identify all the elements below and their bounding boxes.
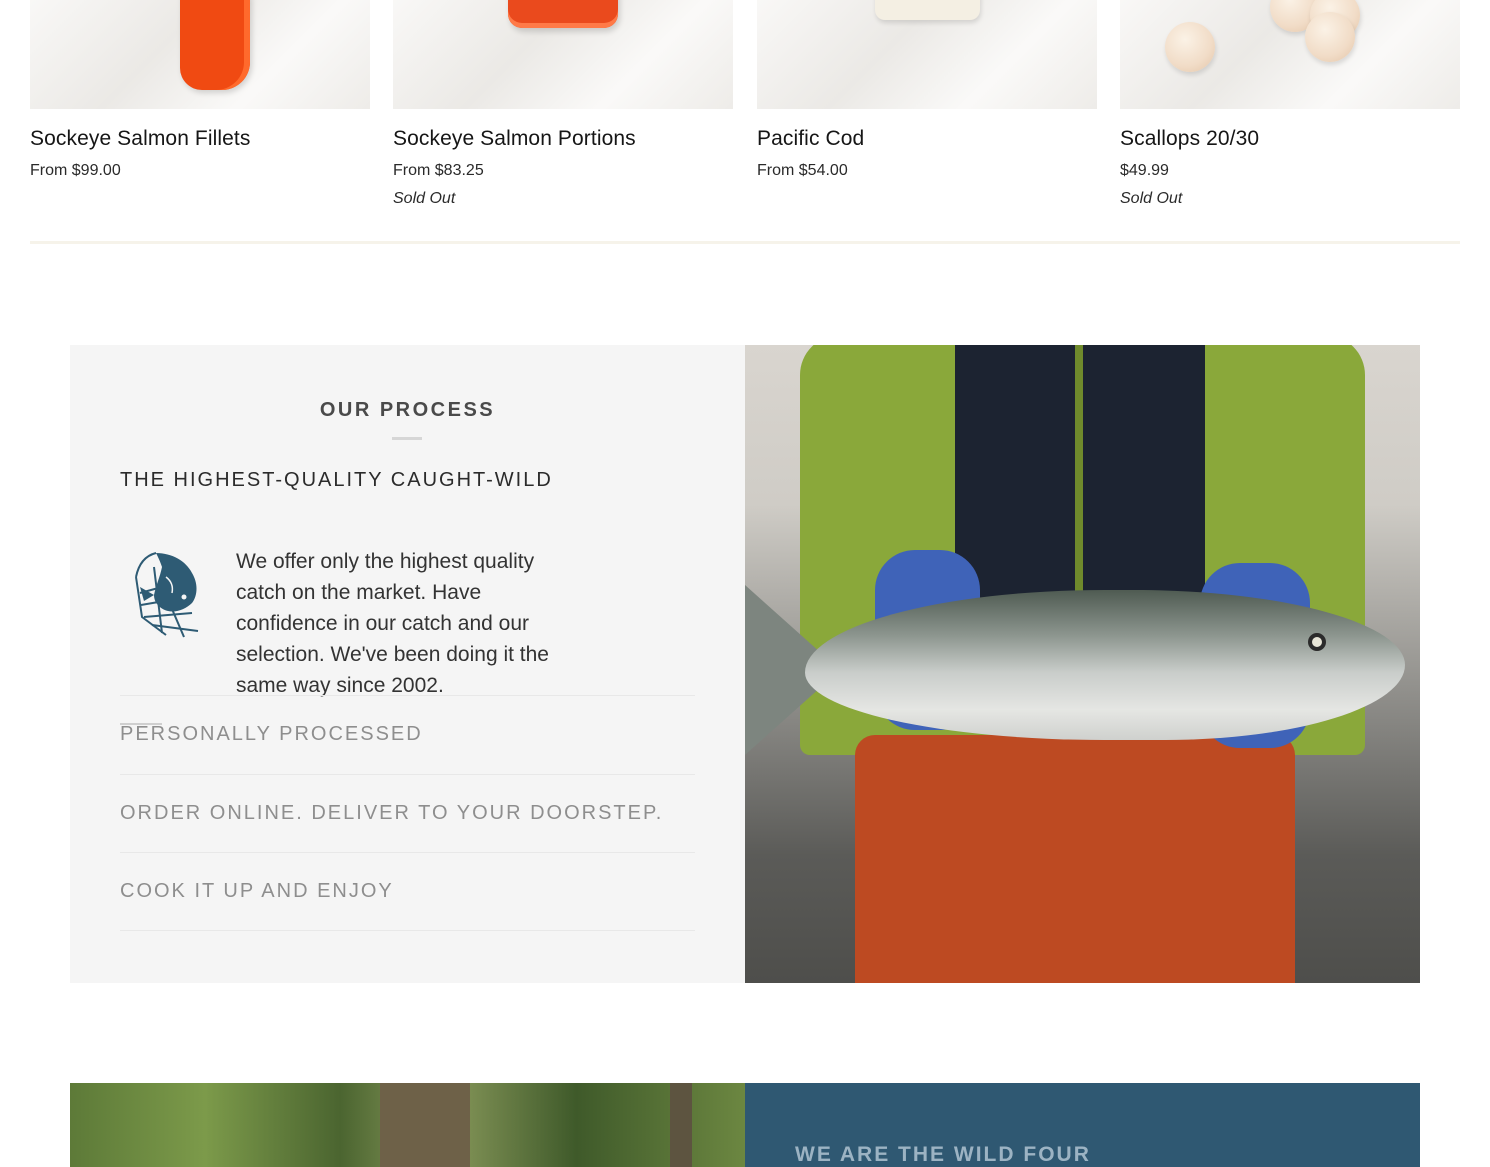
process-panel: OUR PROCESS THE HIGHEST-QUALITY CAUGHT-W… [70, 345, 745, 983]
sold-out-label: Sold Out [393, 190, 456, 207]
product-title[interactable]: Sockeye Salmon Fillets [30, 127, 250, 151]
accordion-item-order-online[interactable]: ORDER ONLINE. DELIVER TO YOUR DOORSTEP. [120, 774, 695, 852]
product-price: From $83.25 [393, 162, 484, 179]
product-image[interactable] [30, 0, 370, 109]
wild-four-section: WE ARE THE WILD FOUR [70, 1083, 1420, 1167]
photo-trousers [855, 735, 1295, 983]
section-heading: OUR PROCESS [319, 399, 496, 421]
photo-fish-eye [1308, 633, 1326, 651]
fish-net-icon [135, 552, 199, 638]
accordion-item-title[interactable]: PERSONALLY PROCESSED [120, 723, 423, 746]
scallop-image [1165, 22, 1215, 72]
heading-underline [392, 437, 422, 440]
product-price: $49.99 [1120, 162, 1169, 179]
accordion-item-title[interactable]: ORDER ONLINE. DELIVER TO YOUR DOORSTEP. [120, 802, 663, 825]
accordion-item-text: We offer only the highest quality catch … [236, 550, 549, 697]
accordion-item-title-open[interactable]: THE HIGHEST-QUALITY CAUGHT-WILD [120, 465, 695, 495]
fisherman-salmon-photo [745, 345, 1420, 983]
scallop-image [1305, 12, 1355, 62]
product-image[interactable] [1120, 0, 1460, 109]
product-image[interactable] [757, 0, 1097, 109]
wild-four-heading: WE ARE THE WILD FOUR [795, 1143, 1091, 1166]
sold-out-label: Sold Out [1120, 190, 1183, 207]
product-card-sockeye-portions[interactable]: Sockeye Salmon Portions From $83.25 Sold… [393, 0, 733, 207]
cod-fillet-image [875, 0, 980, 20]
accordion-item-processed[interactable]: PERSONALLY PROCESSED [120, 695, 695, 773]
our-process-section: OUR PROCESS THE HIGHEST-QUALITY CAUGHT-W… [70, 345, 1420, 983]
product-title[interactable]: Pacific Cod [757, 127, 864, 151]
product-title[interactable]: Scallops 20/30 [1120, 127, 1259, 151]
accordion-item-cook[interactable]: COOK IT UP AND ENJOY [120, 852, 695, 930]
product-price: From $99.00 [30, 162, 121, 179]
accordion-item-title[interactable]: COOK IT UP AND ENJOY [120, 880, 394, 903]
photo-salmon [805, 590, 1405, 740]
salmon-fillet-image [180, 0, 250, 90]
process-accordion: THE HIGHEST-QUALITY CAUGHT-WILD We offer… [120, 465, 695, 725]
accordion-divider [120, 930, 695, 931]
wild-four-panel: WE ARE THE WILD FOUR [745, 1083, 1420, 1167]
product-grid: Sockeye Salmon Fillets From $99.00 Socke… [30, 0, 1460, 245]
product-title[interactable]: Sockeye Salmon Portions [393, 127, 636, 151]
section-divider [30, 241, 1460, 244]
tree-trunk [670, 1083, 692, 1167]
forest-photo [70, 1083, 745, 1167]
accordion-item-body: We offer only the highest quality catch … [120, 495, 695, 725]
product-price: From $54.00 [757, 162, 848, 179]
product-card-scallops[interactable]: Scallops 20/30 $49.99 Sold Out [1120, 0, 1460, 207]
product-image[interactable] [393, 0, 733, 109]
tree-trunk [380, 1083, 470, 1167]
product-card-pacific-cod[interactable]: Pacific Cod From $54.00 [757, 0, 1097, 179]
salmon-portion-image [508, 0, 618, 28]
product-card-sockeye-fillets[interactable]: Sockeye Salmon Fillets From $99.00 [30, 0, 370, 179]
